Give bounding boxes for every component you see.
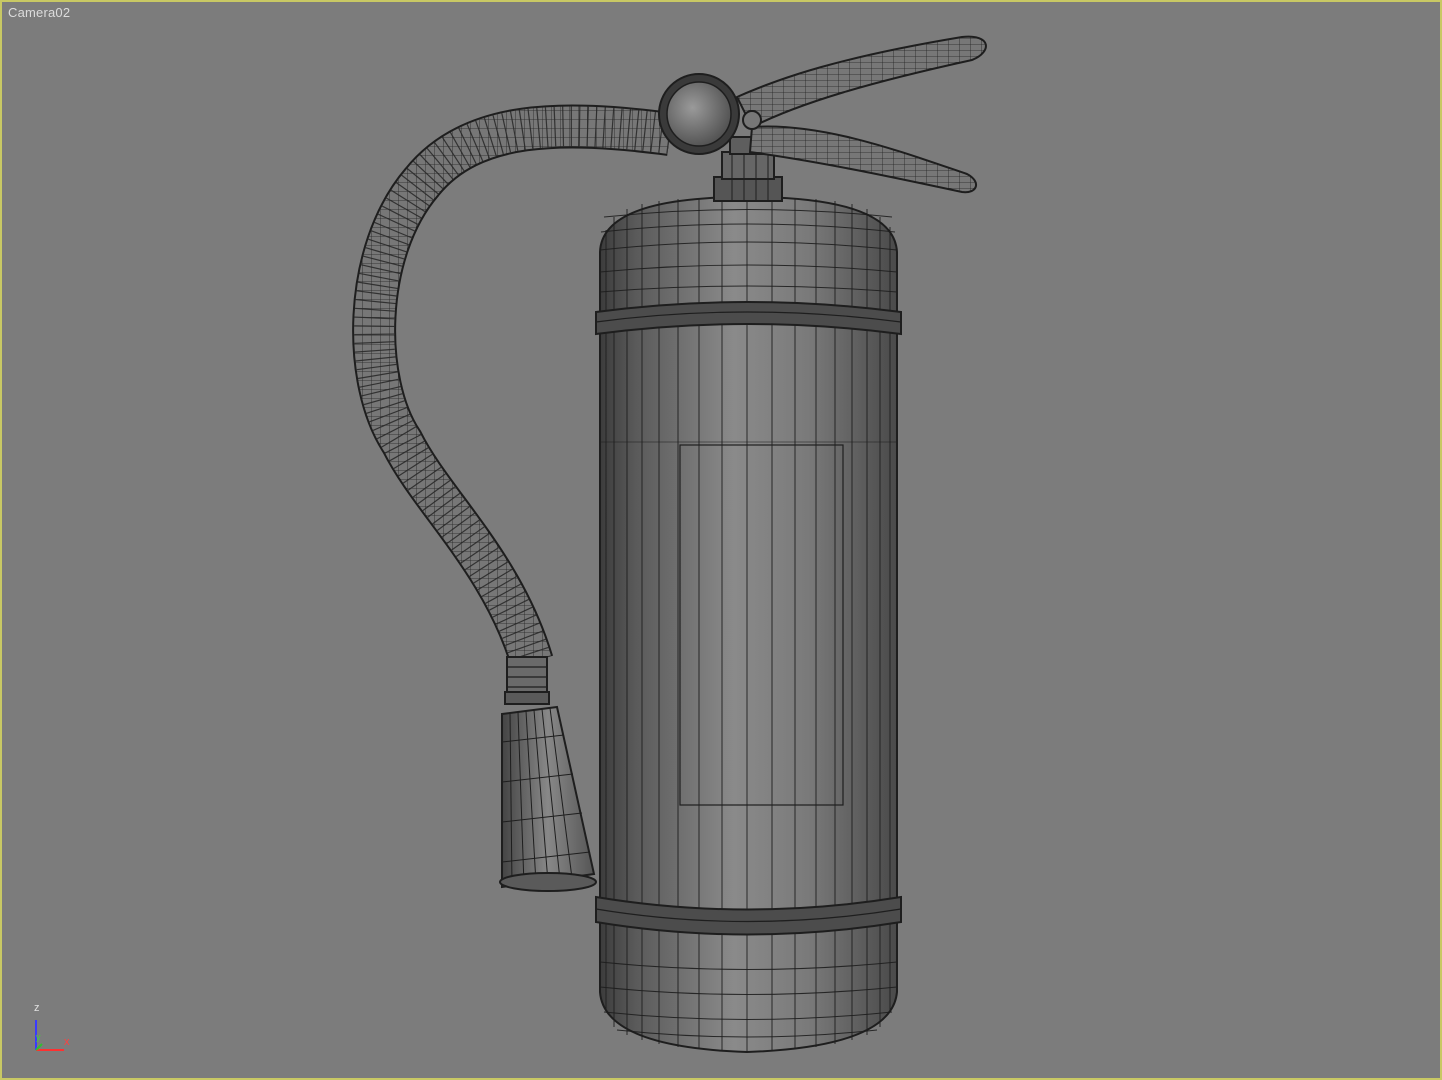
camera-viewport[interactable]: Camera02 z y x bbox=[0, 0, 1442, 1080]
handle-lever-lower[interactable] bbox=[748, 125, 977, 194]
handle-lever-upper[interactable] bbox=[735, 35, 987, 129]
axis-gizmo-lines bbox=[35, 1020, 64, 1051]
pressure-gauge[interactable] bbox=[658, 73, 740, 155]
axis-x-label: x bbox=[64, 1036, 70, 1048]
axis-gizmo: z y x bbox=[24, 998, 84, 1062]
hose-ferrule[interactable] bbox=[504, 656, 550, 705]
axis-z-label: z bbox=[34, 1002, 40, 1014]
scene-render[interactable] bbox=[2, 2, 1442, 1080]
axis-y-label: y bbox=[36, 1032, 41, 1042]
handle-pivot-pin[interactable] bbox=[742, 110, 762, 130]
nozzle-horn[interactable] bbox=[499, 705, 597, 892]
